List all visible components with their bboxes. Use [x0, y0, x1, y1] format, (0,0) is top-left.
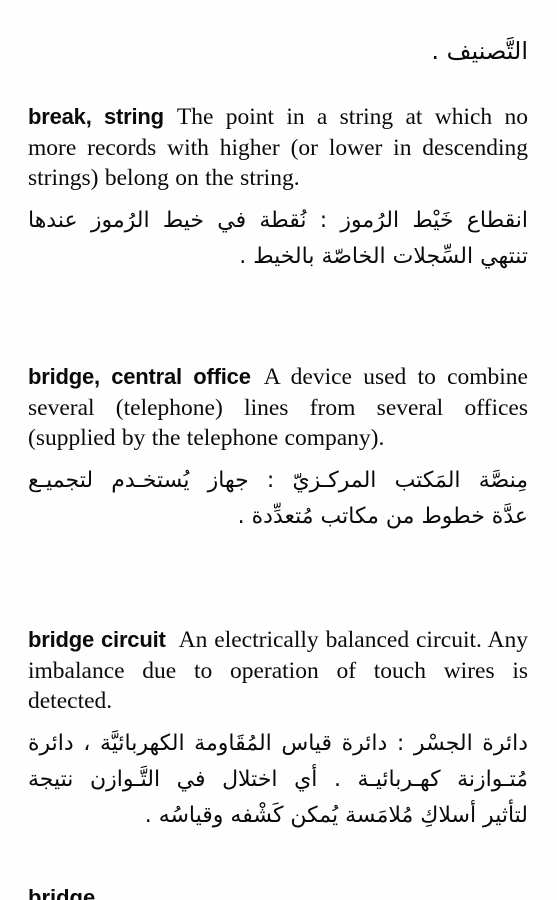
entry-english-definition: bridge circuit An electrically balanced c… — [28, 625, 528, 717]
entry-headword: bridge circuit — [28, 627, 166, 652]
arabic-line: تنتهي السِّجلات الخاصّة بالخيط . — [239, 243, 528, 269]
dictionary-entry: break, string The point in a string at wh… — [28, 102, 528, 275]
entry-arabic-translation: انقطاع خَيْط الرُموز : نُقطة في خيط الرُ… — [28, 203, 528, 275]
entry-arabic-translation: دائرة الجسْر : دائرة قياس المُقَاومة الك… — [28, 726, 528, 834]
previous-entry-arabic-continuation: التَّصنيف . — [431, 37, 528, 65]
entry-headword: bridge, central office — [28, 364, 251, 389]
dictionary-entry: bridge, central office A device used to c… — [28, 362, 528, 535]
arabic-line: لتأثير أسلاكِ مُلامَسة يُمكن كَشْفه وقيا… — [144, 802, 528, 828]
entry-english-definition: break, string The point in a string at wh… — [28, 102, 528, 194]
arabic-line: مُتـوازنة كهـربائيـة . أي اختلال في التَ… — [28, 766, 528, 792]
text-column: التَّصنيف . break, string The point in a … — [28, 0, 528, 900]
entry-headword: break, string — [28, 104, 164, 129]
arabic-line: عدَّة خطوط من مكاتب مُتعدِّدة . — [237, 503, 528, 529]
next-entry-headword-cutoff: bridge, ... — [28, 885, 126, 900]
dictionary-page: التَّصنيف . break, string The point in a … — [0, 0, 557, 900]
dictionary-entry: bridge circuit An electrically balanced c… — [28, 625, 528, 834]
entry-arabic-translation: مِنصَّة المَكتب المركـزيّ : جهاز يُستخـد… — [28, 463, 528, 535]
entry-english-definition: bridge, central office A device used to c… — [28, 362, 528, 454]
arabic-line: انقطاع خَيْط الرُموز : نُقطة في خيط الرُ… — [28, 207, 528, 233]
arabic-line: دائرة الجسْر : دائرة قياس المُقَاومة الك… — [28, 730, 528, 756]
arabic-line: مِنصَّة المَكتب المركـزيّ : جهاز يُستخـد… — [28, 467, 528, 493]
